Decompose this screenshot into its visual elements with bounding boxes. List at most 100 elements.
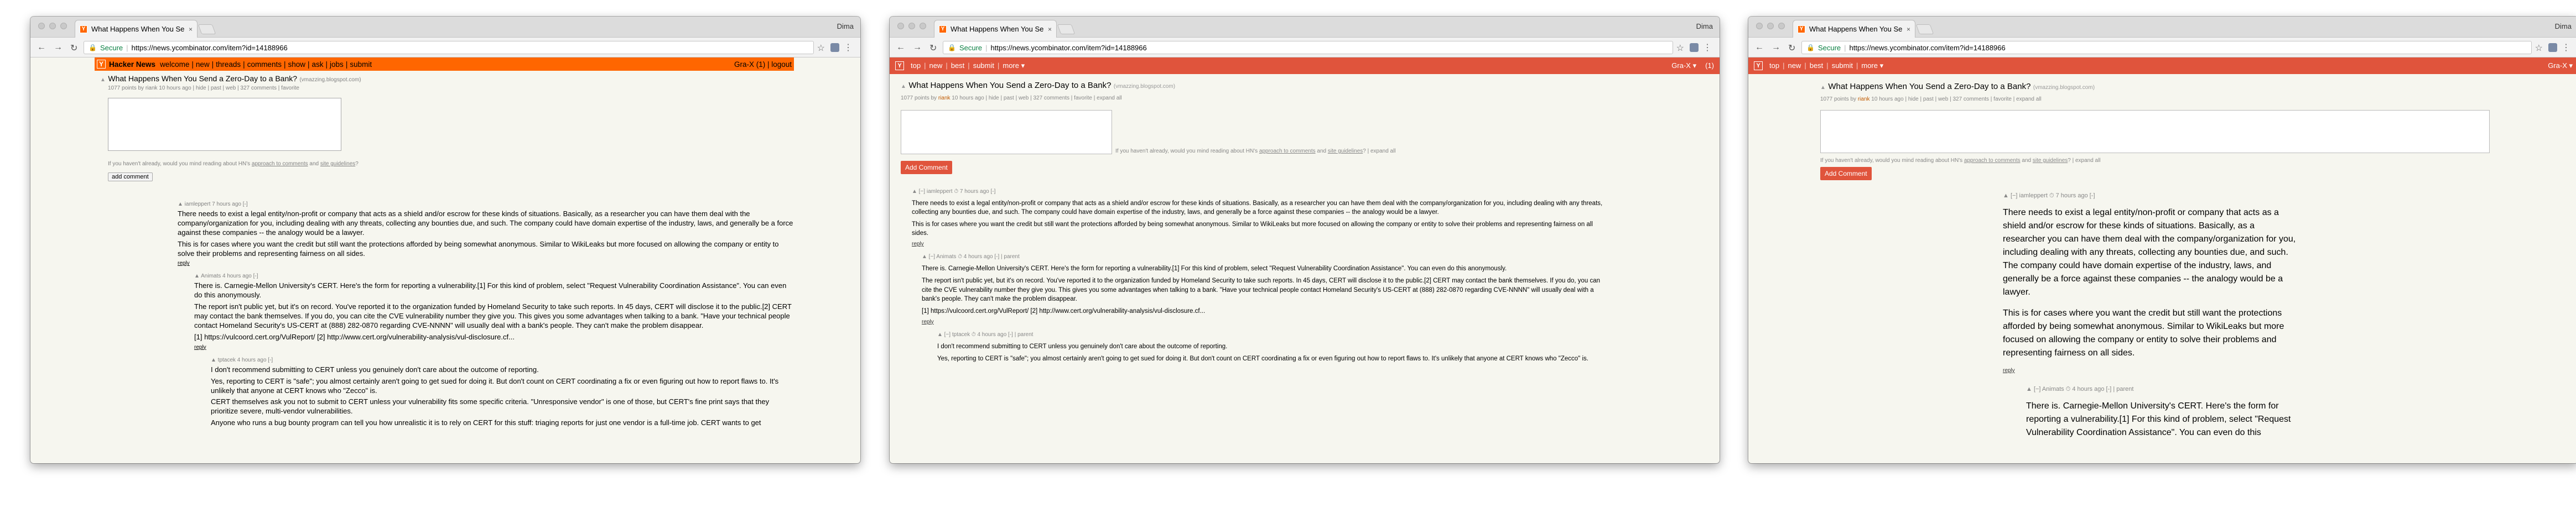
comment-header[interactable]: ▲ [−] tptacek ⏱ 4 hours ago [-] | parent [937,332,1612,338]
new-tab-button[interactable] [1915,24,1934,34]
nav-more-dropdown[interactable]: more ▾ [1861,61,1883,70]
nav-show[interactable]: show [288,60,305,69]
back-arrow-icon[interactable]: ← [37,43,46,54]
comment-header[interactable]: ▲ [−] iamleppert ⏱ 7 hours ago [-] [2003,192,2296,200]
upvote-arrow-icon[interactable]: ▲ [901,83,906,90]
close-tab-icon[interactable]: × [189,25,193,33]
nav-ask[interactable]: ask [312,60,324,69]
maximize-window-button[interactable] [920,23,926,29]
nav-best[interactable]: best [1810,61,1824,70]
reply-link[interactable]: reply [194,344,794,350]
url-text[interactable]: https://news.ycombinator.com/item?id=141… [132,44,288,52]
maximize-window-button[interactable] [60,23,67,29]
browser-menu-icon[interactable]: ⋮ [844,42,853,53]
back-arrow-icon[interactable]: ← [1755,43,1764,54]
story-domain[interactable]: (vmazzing.blogspot.com) [299,77,361,83]
story-domain[interactable]: (vmazzing.blogspot.com) [2033,85,2095,91]
nav-new[interactable]: new [196,60,210,69]
close-tab-icon[interactable]: × [1907,25,1910,33]
comment-header[interactable]: ▲ Animats 4 hours ago [-] [194,273,794,279]
guidelines-link[interactable]: site guidelines [320,161,355,167]
extension-icon[interactable] [2548,43,2557,52]
comment-header[interactable]: ▲ [−] Animats ⏱ 4 hours ago [-] | parent [922,254,1608,260]
url-bar[interactable]: 🔒 Secure | https://news.ycombinator.com/… [943,41,1673,54]
add-comment-button[interactable]: Add Comment [901,161,952,174]
add-comment-button[interactable]: Add Comment [1820,167,1872,180]
nav-submit[interactable]: submit [350,60,372,69]
comment-header[interactable]: ▲ [−] Animats ⏱ 4 hours ago [-] | parent [2026,386,2297,393]
close-tab-icon[interactable]: × [1048,25,1052,33]
hn-logo-icon[interactable]: Y [97,60,106,69]
reply-link[interactable]: reply [2003,368,2296,374]
nav-submit[interactable]: submit [973,61,994,70]
hn-logo-icon[interactable]: Y [1754,61,1763,70]
nav-comments[interactable]: comments [247,60,282,69]
profile-name[interactable]: Dima [837,22,854,30]
nav-submit[interactable]: submit [1832,61,1853,70]
browser-menu-icon[interactable]: ⋮ [2562,42,2570,53]
guidelines-link[interactable]: site guidelines [2033,158,2068,164]
reply-link[interactable]: reply [178,260,794,266]
minimize-window-button[interactable] [908,23,915,29]
browser-tab[interactable]: Y What Happens When You Se… × [75,20,198,38]
user-links[interactable]: Gra-X (1) | logout [734,60,792,69]
url-bar[interactable]: 🔒 Secure | https://news.ycombinator.com/… [84,41,814,54]
upvote-arrow-icon[interactable]: ▲ [1820,85,1826,91]
bookmark-star-icon[interactable]: ☆ [817,43,825,54]
approach-link[interactable]: approach to comments [1259,148,1316,154]
profile-name[interactable]: Dima [1696,22,1713,30]
url-bar[interactable]: 🔒 Secure | https://news.ycombinator.com/… [1801,41,2532,54]
reload-icon[interactable]: ↻ [929,43,937,54]
nav-jobs[interactable]: jobs [330,60,344,69]
comment-header[interactable]: ▲ tptacek 4 hours ago [-] [211,357,794,363]
browser-menu-icon[interactable]: ⋮ [1703,42,1712,53]
close-window-button[interactable] [38,23,45,29]
extension-icon[interactable] [1690,43,1699,52]
approach-link[interactable]: approach to comments [252,161,308,167]
user-menu[interactable]: Gra-X ▾ [2548,61,2573,70]
user-menu[interactable]: Gra-X ▾ [1671,61,1696,70]
nav-top[interactable]: top [911,61,921,70]
minimize-window-button[interactable] [49,23,56,29]
comment-textarea[interactable] [1820,110,2490,153]
comment-links[interactable]: [1] https://vulcoord.cert.org/VulReport/… [194,333,794,342]
approach-link[interactable]: approach to comments [1964,158,2021,164]
url-text[interactable]: https://news.ycombinator.com/item?id=141… [1850,44,2006,52]
bookmark-star-icon[interactable]: ☆ [1676,43,1684,54]
profile-name[interactable]: Dima [2555,22,2572,30]
new-tab-button[interactable] [198,24,216,34]
nav-welcome[interactable]: welcome [160,60,189,69]
nav-top[interactable]: top [1769,61,1779,70]
reload-icon[interactable]: ↻ [70,43,77,54]
story-title[interactable]: What Happens When You Send a Zero-Day to… [1828,82,2030,91]
bookmark-star-icon[interactable]: ☆ [2535,43,2543,54]
author-link[interactable]: riank [1858,96,1870,102]
upvote-arrow-icon[interactable]: ▲ [100,77,106,83]
author-link[interactable]: riank [938,95,951,101]
browser-tab[interactable]: Y What Happens When You Se… × [1793,20,1915,38]
comment-header[interactable]: ▲ iamleppert 7 hours ago [-] [178,201,794,207]
story-title[interactable]: What Happens When You Send a Zero-Day to… [908,81,1111,90]
forward-arrow-icon[interactable]: → [1772,43,1780,54]
add-comment-button[interactable]: add comment [108,172,153,181]
new-tab-button[interactable] [1057,24,1076,34]
maximize-window-button[interactable] [1778,23,1785,29]
comment-header[interactable]: ▲ [−] iamleppert ⏱ 7 hours ago [-] [912,188,1609,195]
extension-icon[interactable] [830,43,839,52]
comment-links[interactable]: [1] https://vulcoord.cert.org/VulReport/… [922,307,1608,316]
minimize-window-button[interactable] [1767,23,1774,29]
close-window-button[interactable] [897,23,904,29]
story-domain[interactable]: (vmazzing.blogspot.com) [1114,83,1175,90]
nav-new[interactable]: new [929,61,942,70]
hn-logo-icon[interactable]: Y [895,61,904,70]
nav-more-dropdown[interactable]: more ▾ [1003,61,1025,70]
browser-tab[interactable]: Y What Happens When You Se… × [934,20,1057,38]
comment-textarea[interactable] [108,98,341,151]
comment-textarea[interactable] [901,110,1112,154]
reply-link[interactable]: reply [922,319,1608,325]
close-window-button[interactable] [1756,23,1763,29]
forward-arrow-icon[interactable]: → [913,43,922,54]
nav-threads[interactable]: threads [216,60,241,69]
nav-new[interactable]: new [1788,61,1801,70]
guidelines-link[interactable]: site guidelines [1328,148,1363,154]
